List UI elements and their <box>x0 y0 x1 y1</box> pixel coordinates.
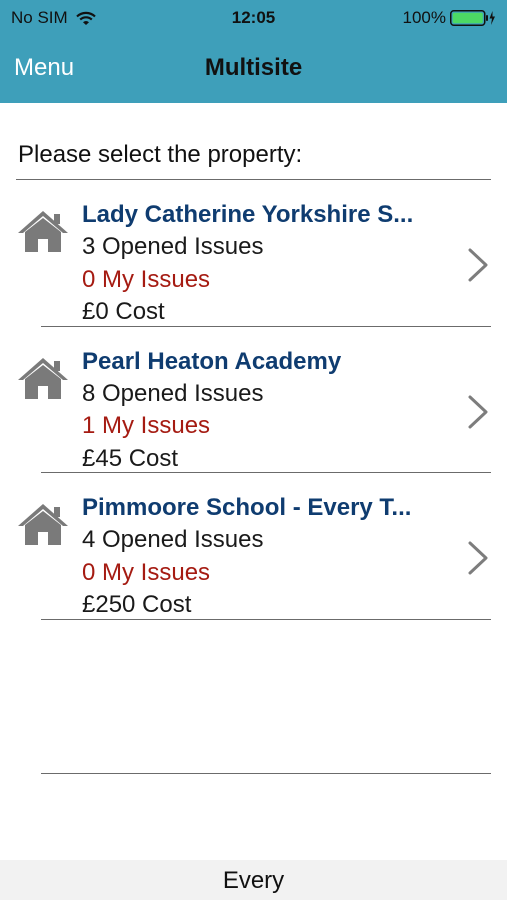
opened-issues: 3 Opened Issues <box>82 233 264 260</box>
my-issues: 0 My Issues <box>82 265 211 293</box>
property-details: Pearl Heaton Academy 8 Opened Issues 1 M… <box>82 346 462 476</box>
property-list: Lady Catherine Yorkshire S... 3 Opened I… <box>0 180 507 620</box>
property-row[interactable]: Pimmoore School - Every T... 4 Opened Is… <box>0 473 507 620</box>
house-icon <box>18 357 68 399</box>
chevron-right-icon <box>468 248 488 282</box>
house-icon <box>18 211 68 252</box>
property-row[interactable]: Lady Catherine Yorkshire S... 3 Opened I… <box>0 180 507 327</box>
opened-issues: 8 Opened Issues <box>82 379 264 407</box>
chevron-right-icon <box>468 541 488 575</box>
chevron-right-icon <box>468 395 488 428</box>
my-issues: 0 My Issues <box>82 558 211 586</box>
property-name: Lady Catherine Yorkshire S... <box>82 201 414 228</box>
house-icon <box>18 504 68 545</box>
property-name: Pearl Heaton Academy <box>82 347 342 375</box>
battery-percent: 100% <box>402 8 446 27</box>
battery-icon <box>450 10 495 26</box>
property-cost: £45 Cost <box>82 444 179 472</box>
header: No SIM 12:05 100% Menu Multisite <box>0 0 507 103</box>
property-cost: £250 Cost <box>82 591 192 618</box>
battery-group: 100% <box>403 8 496 28</box>
list-end-divider <box>41 773 491 774</box>
property-details: Pimmoore School - Every T... 4 Opened Is… <box>82 492 462 622</box>
page-title: Multisite <box>204 54 303 81</box>
property-details: Lady Catherine Yorkshire S... 3 Opened I… <box>82 199 462 329</box>
property-cost: £0 Cost <box>82 298 165 325</box>
property-row[interactable]: Pearl Heaton Academy 8 Opened Issues 1 M… <box>0 327 507 476</box>
opened-issues: 4 Opened Issues <box>82 526 264 553</box>
screen: No SIM 12:05 100% Menu Multisite Please … <box>0 0 507 900</box>
row-divider <box>41 618 491 620</box>
status-bar: No SIM 12:05 100% <box>0 0 507 34</box>
footer-bar: Every <box>0 860 507 900</box>
property-name: Pimmoore School - Every T... <box>82 494 412 521</box>
my-issues: 1 My Issues <box>82 412 211 439</box>
select-property-prompt: Please select the property: <box>18 141 303 168</box>
